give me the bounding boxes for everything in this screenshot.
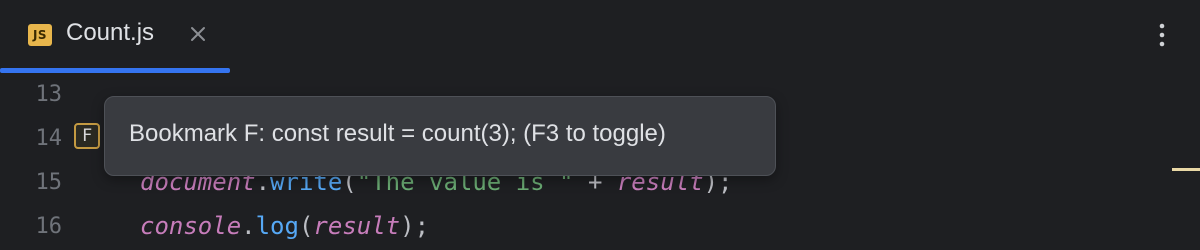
bookmark-tooltip: Bookmark F: const result = count(3); (F3… bbox=[104, 96, 776, 176]
active-tab-indicator bbox=[0, 68, 230, 73]
scrollbar-bookmark-marker[interactable] bbox=[1172, 168, 1200, 171]
editor-tab-bar: JS Count.js bbox=[0, 0, 1200, 74]
line-number: 14 bbox=[35, 126, 63, 151]
code-token: result bbox=[313, 212, 401, 240]
code-token: log bbox=[255, 212, 299, 240]
tab-count-js[interactable]: JS Count.js bbox=[0, 0, 230, 74]
tooltip-text: Bookmark F: const result = count(3); (F3… bbox=[129, 120, 666, 147]
code-token: ); bbox=[400, 212, 430, 240]
code-token: ( bbox=[298, 212, 314, 240]
line-number: 15 bbox=[35, 170, 63, 195]
code-token: console bbox=[140, 212, 242, 240]
close-icon[interactable] bbox=[188, 24, 208, 44]
line-number: 13 bbox=[35, 82, 63, 107]
code-line-16: console.log(result); bbox=[140, 212, 429, 240]
bookmark-badge[interactable]: F bbox=[74, 123, 100, 149]
tab-label: Count.js bbox=[66, 19, 155, 46]
more-vertical-icon[interactable] bbox=[1150, 20, 1174, 50]
line-number: 16 bbox=[35, 214, 63, 239]
javascript-file-icon: JS bbox=[28, 24, 52, 46]
code-token: . bbox=[241, 212, 256, 240]
